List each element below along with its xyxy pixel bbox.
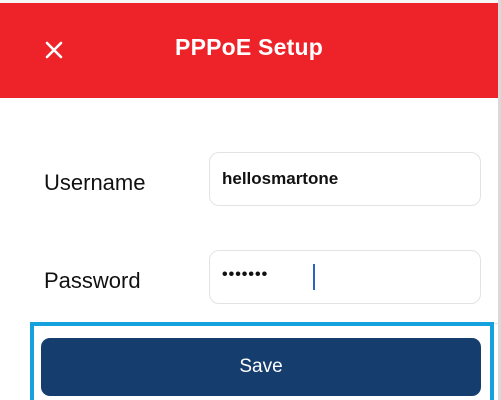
username-label: Username (44, 170, 146, 195)
username-row: Username (0, 138, 498, 228)
password-input[interactable]: ••••••• (209, 250, 481, 304)
pppoe-setup-screen: PPPoE Setup Username Password ••••••• Sa… (0, 0, 501, 400)
username-input[interactable] (209, 152, 481, 206)
save-button-label: Save (239, 356, 283, 377)
text-caret (313, 264, 315, 290)
password-row: Password ••••••• (0, 236, 498, 326)
status-strip (0, 0, 498, 3)
password-label: Password (44, 268, 141, 293)
page-title: PPPoE Setup (175, 34, 323, 60)
password-masked-value: ••••••• (222, 266, 269, 283)
header-bar: PPPoE Setup (0, 0, 498, 98)
save-button[interactable]: Save (41, 338, 481, 396)
